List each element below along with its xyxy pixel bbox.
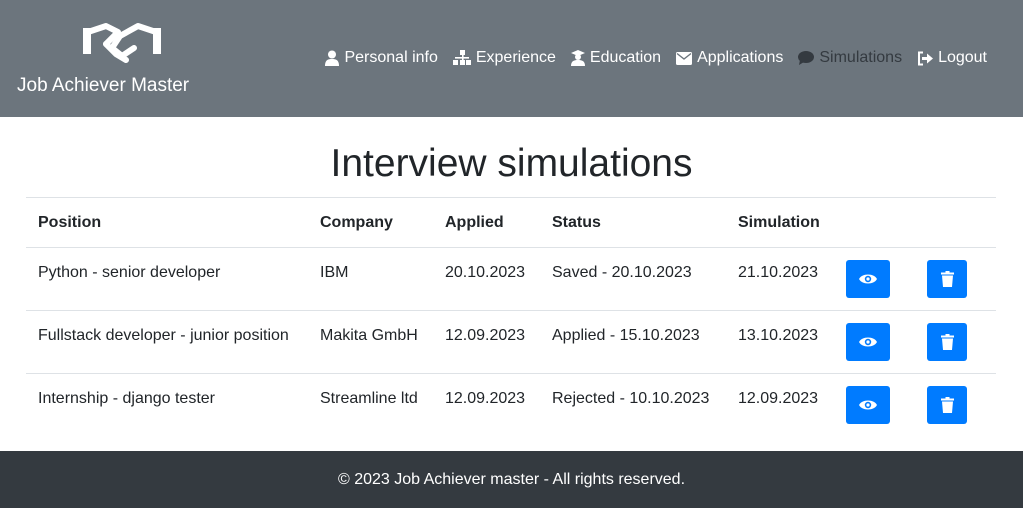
eye-icon [859,400,877,410]
handshake-icon [83,23,161,63]
cell-company: Makita GmbH [308,310,433,374]
cell-simulation: 21.10.2023 [726,247,834,311]
nav-label: Applications [697,49,784,66]
nav-label: Logout [938,49,987,66]
top-navbar: Job Achiever Master Personal info Experi… [0,0,1023,117]
nav-label: Simulations [819,49,903,66]
delete-button[interactable] [927,386,967,424]
nav-label: Experience [475,49,556,66]
cell-simulation: 12.09.2023 [726,373,834,437]
brand-title: Job Achiever Master [17,75,190,96]
cell-company: Streamline ltd [308,373,433,437]
cell-view [834,373,915,437]
nav-label: Personal info [344,49,438,66]
table-header-row: Position Company Applied Status Simulati… [26,197,996,248]
eye-icon [859,274,877,284]
nav-item-logout[interactable]: Logout [917,49,987,67]
view-button[interactable] [846,260,890,298]
column-header-delete [915,197,996,248]
cell-status: Saved - 20.10.2023 [540,247,726,311]
page-title: Interview simulations [330,142,693,185]
sign-out-icon [918,51,934,65]
column-header-status: Status [540,197,726,248]
nav-item-experience[interactable]: Experience [452,49,556,67]
envelope-icon [676,51,693,65]
cell-delete [915,247,996,311]
delete-button[interactable] [927,260,967,298]
cell-position: Internship - django tester [26,373,308,437]
cell-simulation: 13.10.2023 [726,310,834,374]
view-button[interactable] [846,386,890,424]
cell-status: Applied - 15.10.2023 [540,310,726,374]
brand[interactable]: Job Achiever Master [17,18,217,97]
table-row: Python - senior developer IBM 20.10.2023… [26,247,996,311]
nav-item-applications[interactable]: Applications [676,49,783,67]
cell-position: Python - senior developer [26,247,308,311]
eye-icon [859,337,877,347]
nav-item-simulations[interactable]: Simulations [798,49,902,67]
view-button[interactable] [846,323,890,361]
graduate-icon [570,50,585,66]
nav-label: Education [589,49,662,66]
simulations-table: Position Company Applied Status Simulati… [26,197,996,437]
main-nav: Personal info Experience Education Appli… [310,49,987,67]
cell-view [834,247,915,311]
table-row: Fullstack developer - junior position Ma… [26,310,996,374]
cell-applied: 12.09.2023 [433,310,540,374]
cell-delete [915,373,996,437]
comment-icon [798,51,815,65]
delete-button[interactable] [927,323,967,361]
trash-icon [940,271,954,287]
column-header-view [834,197,915,248]
trash-icon [940,334,954,350]
cell-delete [915,310,996,374]
column-header-simulation: Simulation [726,197,834,248]
nav-item-personal-info[interactable]: Personal info [325,49,438,67]
column-header-company: Company [308,197,433,248]
user-icon [325,50,340,66]
trash-icon [940,397,954,413]
cell-view [834,310,915,374]
cell-position: Fullstack developer - junior position [26,310,308,374]
cell-applied: 12.09.2023 [433,373,540,437]
nav-item-education[interactable]: Education [570,49,662,67]
cell-applied: 20.10.2023 [433,247,540,311]
cell-company: IBM [308,247,433,311]
sitemap-icon [452,50,471,65]
cell-status: Rejected - 10.10.2023 [540,373,726,437]
table-row: Internship - django tester Streamline lt… [26,373,996,437]
column-header-position: Position [26,197,308,248]
footer: © 2023 Job Achiever master - All rights … [0,451,1023,508]
footer-text: © 2023 Job Achiever master - All rights … [337,471,686,488]
column-header-applied: Applied [433,197,540,248]
